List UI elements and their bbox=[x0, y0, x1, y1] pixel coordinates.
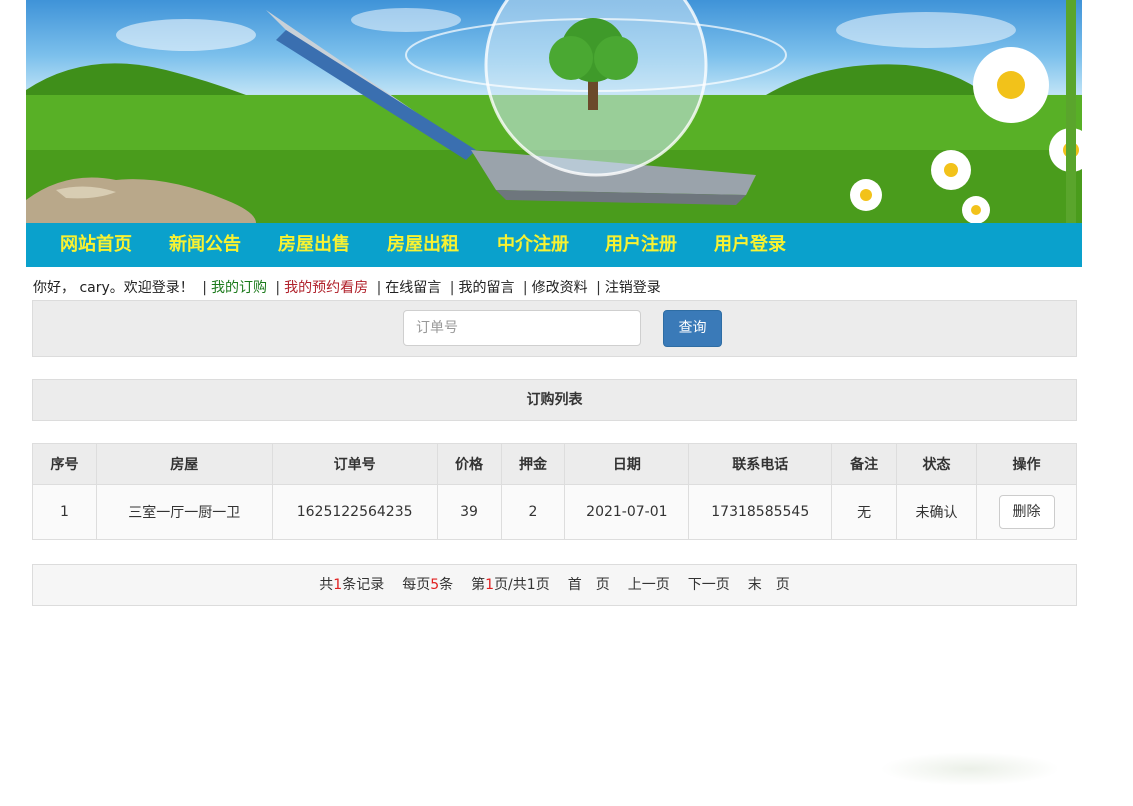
cell-deposit: 2 bbox=[500, 484, 566, 540]
cell-price: 39 bbox=[436, 484, 502, 540]
pager-text: 页 bbox=[535, 577, 550, 593]
cell-note: 无 bbox=[831, 484, 898, 540]
nav-news[interactable]: 新闻公告 bbox=[169, 223, 241, 267]
cell-index: 1 bbox=[32, 484, 97, 540]
pager-text: 共 bbox=[319, 577, 334, 593]
col-header-deposit: 押金 bbox=[500, 443, 566, 485]
prev-page-link[interactable]: 上一页 bbox=[628, 577, 670, 593]
link-online-message[interactable]: 在线留言 bbox=[385, 280, 441, 296]
link-edit-profile[interactable]: 修改资料 bbox=[532, 280, 588, 296]
link-my-orders[interactable]: 我的订购 bbox=[211, 280, 267, 296]
separator: | bbox=[449, 280, 455, 296]
col-header-price: 价格 bbox=[436, 443, 502, 485]
nav-house-sale[interactable]: 房屋出售 bbox=[278, 223, 350, 267]
table-row: 1 三室一厅一厨一卫 1625122564235 39 2 2021-07-01… bbox=[32, 484, 1077, 540]
cell-order-no: 1625122564235 bbox=[271, 484, 438, 540]
orders-table: 序号 房屋 订单号 价格 押金 日期 联系电话 备注 状态 操作 1 三室一厅一… bbox=[32, 443, 1077, 540]
current-page: 1 bbox=[485, 577, 495, 593]
pager-text: 条记录 bbox=[342, 577, 385, 593]
nav-agent-register[interactable]: 中介注册 bbox=[497, 223, 569, 267]
total-count: 1 bbox=[333, 577, 343, 593]
cell-phone: 17318585545 bbox=[688, 484, 833, 540]
per-page-label: 每页5条 bbox=[402, 577, 453, 593]
link-my-viewings[interactable]: 我的预约看房 bbox=[284, 280, 368, 296]
link-logout[interactable]: 注销登录 bbox=[605, 280, 661, 296]
cell-action: 删除 bbox=[976, 484, 1077, 540]
banner-illustration bbox=[26, 0, 1082, 223]
pager-text: 条 bbox=[439, 577, 454, 593]
per-page-count: 5 bbox=[430, 577, 440, 593]
last-page-link[interactable]: 末 页 bbox=[748, 577, 790, 593]
separator: | bbox=[275, 280, 281, 296]
separator: | bbox=[522, 280, 528, 296]
main-nav: 网站首页 新闻公告 房屋出售 房屋出租 中介注册 用户注册 用户登录 bbox=[26, 223, 1082, 267]
nav-user-login[interactable]: 用户登录 bbox=[714, 223, 786, 267]
separator: | bbox=[202, 280, 207, 296]
separator: | bbox=[376, 280, 382, 296]
pager-text: 每页 bbox=[402, 577, 431, 593]
order-number-input[interactable] bbox=[403, 310, 641, 346]
delete-button[interactable]: 删除 bbox=[998, 495, 1055, 529]
pager-text: 页/共 bbox=[494, 577, 527, 593]
col-header-phone: 联系电话 bbox=[688, 443, 833, 485]
cell-date: 2021-07-01 bbox=[564, 484, 690, 540]
link-my-messages[interactable]: 我的留言 bbox=[458, 280, 514, 296]
search-button[interactable]: 查询 bbox=[663, 310, 722, 347]
col-header-date: 日期 bbox=[564, 443, 690, 485]
cell-status: 未确认 bbox=[896, 484, 977, 540]
separator: | bbox=[596, 280, 601, 296]
col-header-house: 房屋 bbox=[95, 443, 273, 485]
col-header-note: 备注 bbox=[831, 443, 898, 485]
pagination: 共1条记录 每页5条 第1页/共1页首 页上一页 下一页末 页 bbox=[32, 564, 1077, 606]
table-header-row: 序号 房屋 订单号 价格 押金 日期 联系电话 备注 状态 操作 bbox=[32, 443, 1077, 485]
header-banner bbox=[26, 0, 1082, 223]
pager-text: 第 bbox=[471, 577, 486, 593]
col-header-action: 操作 bbox=[976, 443, 1077, 485]
nav-home[interactable]: 网站首页 bbox=[60, 223, 132, 267]
welcome-text: 你好， cary。欢迎登录！ bbox=[33, 280, 194, 296]
watermark-blur bbox=[880, 752, 1060, 786]
cell-house: 三室一厅一厨一卫 bbox=[95, 484, 273, 540]
search-panel: 查询 bbox=[32, 300, 1077, 357]
list-title: 订购列表 bbox=[32, 379, 1077, 421]
next-page-link[interactable]: 下一页 bbox=[688, 577, 730, 593]
page-indicator: 第1页/共1页 bbox=[471, 577, 550, 593]
nav-user-register[interactable]: 用户注册 bbox=[605, 223, 677, 267]
col-header-status: 状态 bbox=[896, 443, 977, 485]
total-pages: 1 bbox=[526, 577, 536, 593]
col-header-order-no: 订单号 bbox=[271, 443, 438, 485]
total-records-label: 共1条记录 bbox=[319, 577, 384, 593]
nav-house-rent[interactable]: 房屋出租 bbox=[387, 223, 459, 267]
first-page-link[interactable]: 首 页 bbox=[568, 577, 610, 593]
user-bar: 你好， cary。欢迎登录！ | 我的订购 | 我的预约看房 | 在线留言 | 我的留言… bbox=[33, 278, 661, 298]
col-header-index: 序号 bbox=[32, 443, 97, 485]
